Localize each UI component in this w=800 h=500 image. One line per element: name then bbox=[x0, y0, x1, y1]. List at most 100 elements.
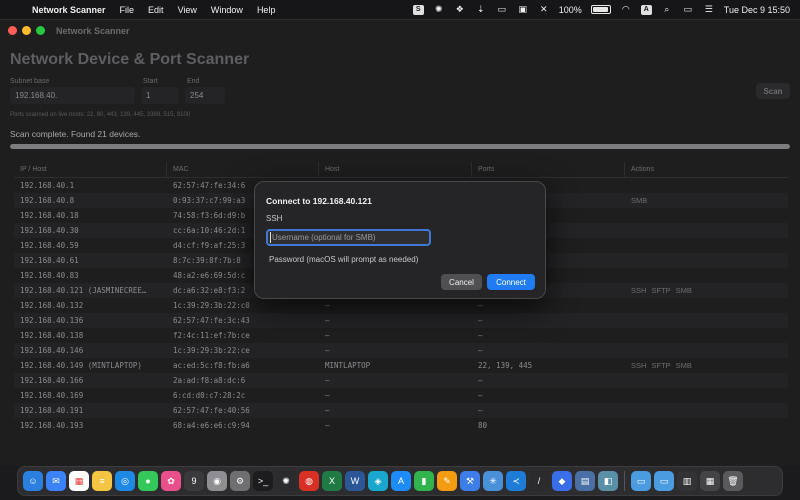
cell-actions[interactable] bbox=[625, 208, 788, 223]
menu-window[interactable]: Window bbox=[211, 5, 243, 15]
table-row[interactable]: 192.168.40.191 62:57:47:fe:40:56 — — bbox=[14, 403, 788, 418]
network-icon[interactable]: ◈ bbox=[368, 471, 388, 491]
close-window-button[interactable] bbox=[8, 26, 17, 35]
col-header-mac[interactable]: MAC bbox=[167, 162, 319, 177]
cell-actions[interactable] bbox=[625, 418, 788, 433]
books-icon[interactable]: ◆ bbox=[552, 471, 572, 491]
chatgpt-status-icon[interactable]: ✺ bbox=[433, 4, 445, 15]
instruments-icon[interactable]: ✳ bbox=[483, 471, 503, 491]
screen-icon[interactable]: ▭ bbox=[682, 4, 694, 15]
chatgpt-icon[interactable]: ✺ bbox=[276, 471, 296, 491]
cell-ports: — bbox=[478, 406, 483, 415]
app-menu[interactable]: Network Scanner bbox=[32, 5, 106, 15]
table-row[interactable]: 192.168.40.146 1c:39:29:3b:22:ce — — bbox=[14, 343, 788, 358]
cell-actions[interactable] bbox=[625, 313, 788, 328]
battery-icon[interactable] bbox=[590, 5, 611, 14]
control-center-icon[interactable]: ☰ bbox=[703, 4, 715, 15]
table-row[interactable]: 192.168.40.169 6:cd:d0:c7:28:2c — — bbox=[14, 388, 788, 403]
skype-status-icon[interactable]: S bbox=[412, 4, 424, 15]
menu-file[interactable]: File bbox=[120, 5, 135, 15]
terminal-icon[interactable]: >_ bbox=[253, 471, 273, 491]
excel-icon[interactable]: X bbox=[322, 471, 342, 491]
cell-actions[interactable] bbox=[625, 253, 788, 268]
calendar-day-icon[interactable]: 9 bbox=[184, 471, 204, 491]
username-input[interactable] bbox=[266, 229, 431, 246]
search-icon[interactable]: ⌕ bbox=[661, 4, 673, 15]
cell-actions[interactable] bbox=[625, 223, 788, 238]
start-input[interactable]: 1 bbox=[141, 87, 179, 104]
scan-progress-fill bbox=[10, 144, 790, 149]
scan-button[interactable]: Scan bbox=[756, 83, 790, 99]
cell-host: — bbox=[325, 301, 330, 310]
col-header-host[interactable]: Host bbox=[319, 162, 472, 177]
cell-actions[interactable] bbox=[625, 328, 788, 343]
preview-icon[interactable]: ▤ bbox=[575, 471, 595, 491]
zoom-window-button[interactable] bbox=[36, 26, 45, 35]
col-header-ip[interactable]: IP / Host bbox=[14, 162, 167, 177]
chrome-icon[interactable]: ◍ bbox=[299, 471, 319, 491]
cell-actions[interactable] bbox=[625, 268, 788, 283]
trash-icon[interactable]: 🗑 bbox=[723, 471, 743, 491]
table-row[interactable]: 192.168.40.166 2a:ad:f8:a8:dc:6 — — bbox=[14, 373, 788, 388]
notes-icon[interactable]: ≡ bbox=[92, 471, 112, 491]
cell-actions[interactable] bbox=[625, 178, 788, 193]
menu-edit[interactable]: Edit bbox=[148, 5, 164, 15]
appstore-icon[interactable]: A bbox=[391, 471, 411, 491]
cell-ip: 192.168.40.146 bbox=[20, 346, 84, 355]
table-row[interactable]: 192.168.40.149 (MINTLAPTOP) ac:ed:5c:f8:f… bbox=[14, 358, 788, 373]
cell-actions[interactable] bbox=[625, 373, 788, 388]
minimize-window-button[interactable] bbox=[22, 26, 31, 35]
mirror-status-icon[interactable]: ▣ bbox=[517, 4, 529, 15]
subnet-input[interactable]: 192.168.40. bbox=[10, 87, 135, 104]
finder-icon[interactable]: ☺ bbox=[23, 471, 43, 491]
grid-stack-icon[interactable]: ▦ bbox=[700, 471, 720, 491]
menu-help[interactable]: Help bbox=[257, 5, 276, 15]
cell-actions[interactable] bbox=[625, 298, 788, 313]
mail-icon[interactable]: ✉ bbox=[46, 471, 66, 491]
downloads-folder-icon[interactable]: ▭ bbox=[654, 471, 674, 491]
cell-actions[interactable]: SSH SFTP SMB bbox=[625, 283, 788, 298]
table-row[interactable]: 192.168.40.136 62:57:47:fe:3c:43 — — bbox=[14, 313, 788, 328]
contacts-icon[interactable]: ◉ bbox=[207, 471, 227, 491]
settings-icon[interactable]: ⚙ bbox=[230, 471, 250, 491]
cell-ports: — bbox=[478, 331, 483, 340]
pages-icon[interactable]: ✎ bbox=[437, 471, 457, 491]
wifi-icon[interactable]: ◠ bbox=[620, 4, 632, 15]
safari-icon[interactable]: ◎ bbox=[115, 471, 135, 491]
photos-icon[interactable]: ✿ bbox=[161, 471, 181, 491]
table-row[interactable]: 192.168.40.132 1c:39:29:3b:22:c0 — — bbox=[14, 298, 788, 313]
pencil-icon[interactable]: / bbox=[529, 471, 549, 491]
cancel-button[interactable]: Cancel bbox=[441, 274, 482, 290]
cell-actions[interactable] bbox=[625, 343, 788, 358]
table-row[interactable]: 192.168.40.138 f2:4c:11:ef:7b:ce — — bbox=[14, 328, 788, 343]
cell-host: — bbox=[325, 421, 330, 430]
col-header-actions[interactable]: Actions bbox=[625, 162, 788, 177]
mute-status-icon[interactable]: ✕ bbox=[538, 4, 550, 15]
cell-ip: 192.168.40.193 bbox=[20, 421, 84, 430]
col-header-ports[interactable]: Ports bbox=[472, 162, 625, 177]
download-status-icon[interactable]: ⇣ bbox=[475, 4, 487, 15]
cell-actions[interactable] bbox=[625, 388, 788, 403]
numbers-icon[interactable]: ▮ bbox=[414, 471, 434, 491]
display-status-icon[interactable]: ▭ bbox=[496, 4, 508, 15]
cell-actions[interactable]: SMB bbox=[625, 193, 788, 208]
dropbox-status-icon[interactable]: ❖ bbox=[454, 4, 466, 15]
cell-actions[interactable] bbox=[625, 403, 788, 418]
end-input[interactable]: 254 bbox=[185, 87, 225, 104]
xcode-icon[interactable]: ⚒ bbox=[460, 471, 480, 491]
table-row[interactable]: 192.168.40.193 68:a4:e6:e6:c9:94 — 80 bbox=[14, 418, 788, 433]
screenshot-stack-icon[interactable]: ▥ bbox=[677, 471, 697, 491]
input-source-icon[interactable]: A bbox=[640, 4, 652, 15]
cell-actions[interactable] bbox=[625, 238, 788, 253]
menu-view[interactable]: View bbox=[178, 5, 197, 15]
cell-mac: 1c:39:29:3b:22:ce bbox=[173, 346, 250, 355]
folder-icon[interactable]: ▭ bbox=[631, 471, 651, 491]
word-icon[interactable]: W bbox=[345, 471, 365, 491]
vscode-icon[interactable]: ≺ bbox=[506, 471, 526, 491]
calendar-icon[interactable]: ▦ bbox=[69, 471, 89, 491]
automator-icon[interactable]: ◧ bbox=[598, 471, 618, 491]
connect-button[interactable]: Connect bbox=[487, 274, 535, 290]
menu-clock[interactable]: Tue Dec 9 15:50 bbox=[724, 5, 790, 15]
cell-actions[interactable]: SSH SFTP SMB bbox=[625, 358, 788, 373]
messages-icon[interactable]: ● bbox=[138, 471, 158, 491]
